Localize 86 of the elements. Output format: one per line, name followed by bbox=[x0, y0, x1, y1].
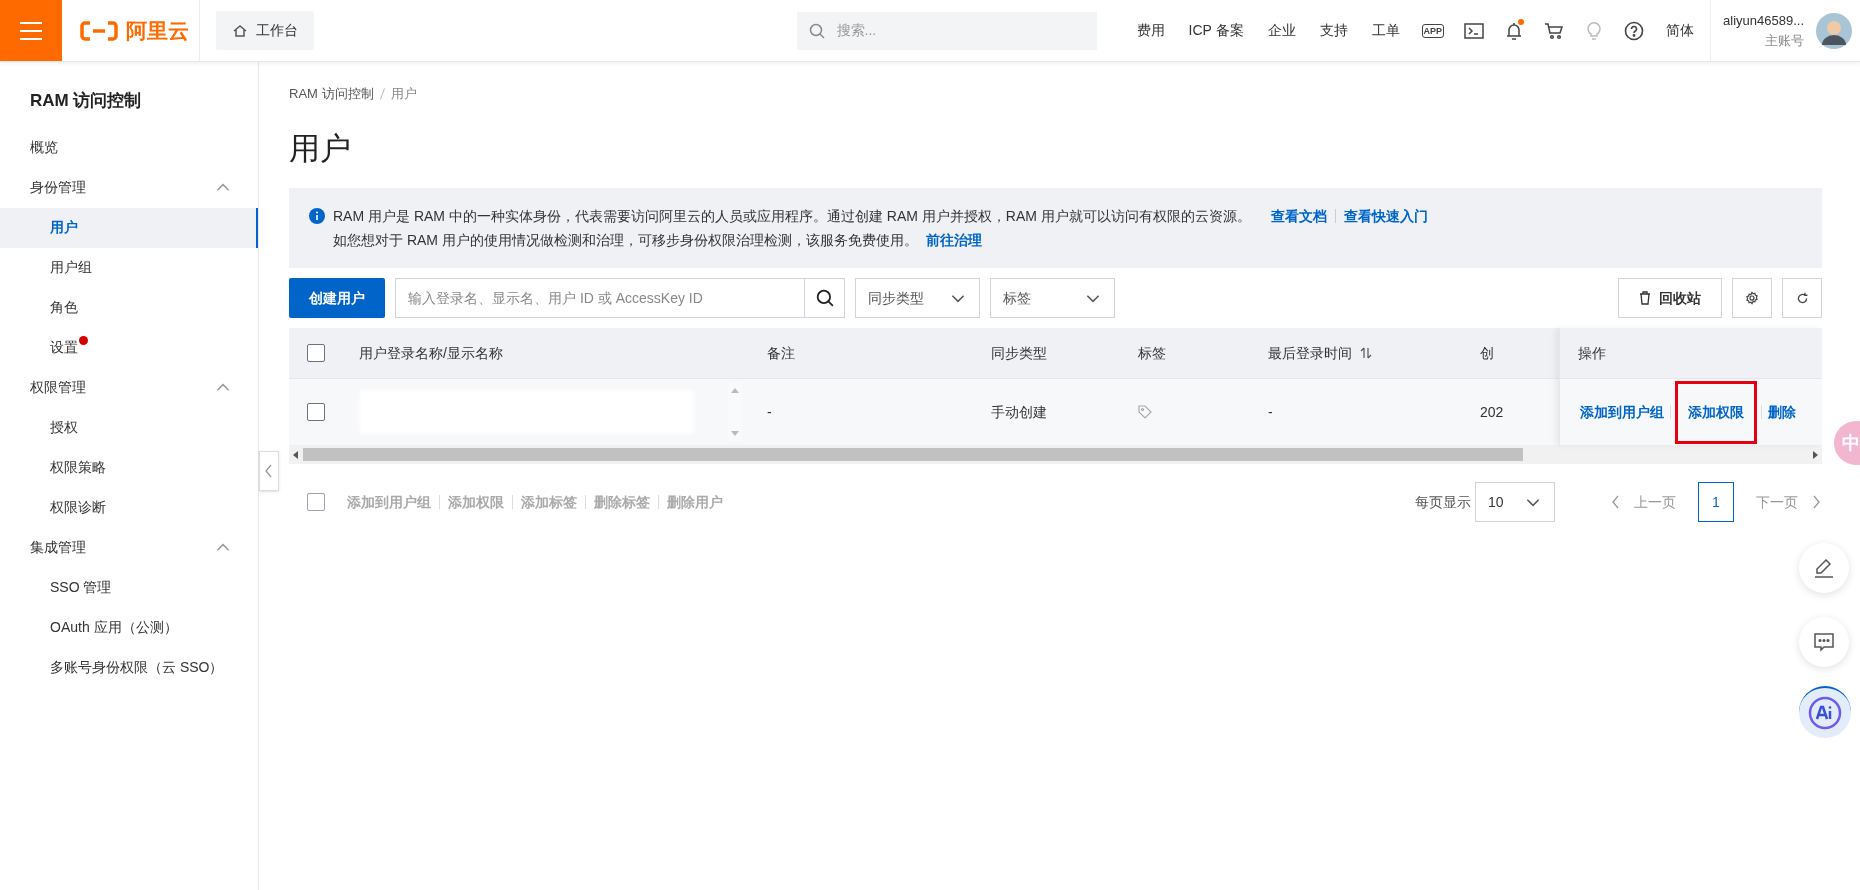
notice-link[interactable]: 前往治理 bbox=[925, 228, 982, 252]
info-icon bbox=[309, 208, 325, 224]
nav-link[interactable]: 支持 bbox=[1307, 20, 1360, 41]
nav-link[interactable]: ICP 备案 bbox=[1176, 20, 1256, 41]
breadcrumb-link[interactable]: 用户 bbox=[390, 84, 417, 104]
chat-icon bbox=[1812, 630, 1836, 654]
checkbox[interactable] bbox=[307, 403, 325, 421]
sidebar-item[interactable]: 权限策略 bbox=[0, 447, 258, 488]
sidebar-item[interactable]: 用户组 bbox=[0, 247, 258, 288]
sidebar-item[interactable]: 权限诊断 bbox=[0, 487, 258, 528]
ai-assistant-button[interactable] bbox=[1799, 686, 1851, 738]
column-header[interactable]: 最后登录时间 bbox=[1268, 342, 1480, 364]
logo-icon bbox=[80, 20, 118, 41]
refresh-icon bbox=[1795, 291, 1809, 305]
sort-icon bbox=[1360, 347, 1372, 359]
page-size-label: 每页显示 bbox=[1415, 492, 1471, 512]
column-header: 备注 bbox=[767, 343, 796, 363]
page-size-select[interactable]: 10 bbox=[1475, 482, 1555, 522]
horizontal-scrollbar[interactable] bbox=[289, 445, 1822, 464]
avatar-icon[interactable] bbox=[1816, 12, 1852, 49]
sidebar-group[interactable]: 身份管理 bbox=[0, 167, 258, 208]
sidebar-item[interactable]: 多账号身份权限（云 SSO） bbox=[0, 647, 258, 688]
edit-button[interactable] bbox=[1799, 543, 1849, 593]
search-field[interactable]: 输入登录名、显示名、用户 ID 或 AccessKey ID bbox=[395, 278, 845, 318]
help-icon[interactable] bbox=[1624, 20, 1645, 41]
page-button[interactable]: 1 bbox=[1698, 482, 1734, 522]
search-input[interactable]: 输入登录名、显示名、用户 ID 或 AccessKey ID bbox=[396, 287, 804, 309]
language-link[interactable]: 简体 bbox=[1654, 20, 1707, 41]
menu-button[interactable] bbox=[0, 0, 62, 61]
search-field[interactable]: 搜索... bbox=[796, 11, 1097, 50]
action-link[interactable]: 添加权限 bbox=[1675, 380, 1757, 444]
sidebar-item[interactable]: 用户 bbox=[0, 207, 258, 248]
scrollbar-thumb[interactable] bbox=[303, 448, 1523, 461]
notice-link[interactable]: 查看文档 bbox=[1270, 204, 1327, 228]
table-cell-text: 手动创建 bbox=[991, 402, 1048, 422]
menu-icon bbox=[19, 20, 43, 41]
sidebar-item[interactable]: 角色 bbox=[0, 287, 258, 328]
column-header: 同步类型 bbox=[991, 343, 1048, 363]
table-cell-text: - bbox=[767, 402, 773, 422]
sidebar-group[interactable]: 权限管理 bbox=[0, 367, 258, 408]
notice-link[interactable]: 查看快速入门 bbox=[1343, 204, 1428, 228]
sidebar-item[interactable]: OAuth 应用（公测） bbox=[0, 607, 258, 648]
sidebar-item[interactable]: 概览 bbox=[0, 127, 258, 168]
action-link[interactable]: 删除 bbox=[1766, 401, 1798, 423]
nav-link[interactable]: 工单 bbox=[1359, 20, 1412, 41]
workbench-button[interactable]: 工作台 bbox=[216, 11, 314, 50]
chat-button[interactable] bbox=[1799, 617, 1849, 667]
ai-icon bbox=[1808, 696, 1842, 730]
page-title: 用户 bbox=[289, 129, 352, 168]
sidebar-title: RAM 访问控制 bbox=[29, 90, 143, 112]
column-header: 标签 bbox=[1138, 343, 1167, 363]
search-icon[interactable] bbox=[815, 289, 834, 307]
nav-link[interactable]: 费用 bbox=[1124, 20, 1177, 41]
app-button[interactable]: APP bbox=[1421, 23, 1445, 38]
settings-icon bbox=[1745, 291, 1759, 305]
terminal-icon[interactable] bbox=[1464, 22, 1485, 39]
home-icon bbox=[232, 22, 248, 39]
nav-link[interactable]: 企业 bbox=[1255, 20, 1308, 41]
search-input[interactable]: 搜索... bbox=[836, 20, 1017, 41]
checkbox[interactable] bbox=[307, 344, 325, 362]
column-header: 创 bbox=[1480, 343, 1495, 363]
create-user-button[interactable]: 创建用户 bbox=[289, 278, 385, 318]
trash-icon bbox=[1639, 291, 1651, 305]
pencil-icon bbox=[1812, 556, 1836, 580]
notice-text: RAM 用户是 RAM 中的一种实体身份，代表需要访问阿里云的人员或应用程序。通过创建 RAM 用户并授权，RAM 用户就可以访问有权限的云资源。 bbox=[333, 207, 1251, 226]
notice-text: 如您想对于 RAM 用户的使用情况做检测和治理，可移步身份权限治理检测，该服务免费使用。 bbox=[333, 231, 918, 250]
cart-icon[interactable] bbox=[1544, 20, 1565, 41]
recycle-bin-button[interactable]: 回收站 bbox=[1618, 278, 1722, 318]
column-header: 操作 bbox=[1578, 343, 1606, 363]
table-cell-text: 202 bbox=[1480, 402, 1505, 422]
refresh-button[interactable] bbox=[1782, 278, 1822, 318]
sidebar-item[interactable]: 授权 bbox=[0, 407, 258, 448]
settings-button[interactable] bbox=[1732, 278, 1772, 318]
sidebar-item[interactable]: SSO 管理 bbox=[0, 567, 258, 608]
account-name[interactable]: aliyun46589... bbox=[1723, 11, 1804, 31]
filter-select[interactable]: 标签 bbox=[990, 278, 1115, 318]
column-header: 用户登录名称/显示名称 bbox=[359, 343, 504, 363]
search-icon bbox=[808, 22, 825, 39]
sidebar-item[interactable]: 设置 bbox=[0, 327, 258, 368]
breadcrumb-link[interactable]: RAM 访问控制 bbox=[289, 84, 374, 104]
filter-select[interactable]: 同步类型 bbox=[855, 278, 980, 318]
table-cell-text: - bbox=[1268, 402, 1274, 422]
sidebar-group[interactable]: 集成管理 bbox=[0, 527, 258, 568]
account-role: 主账号 bbox=[1765, 31, 1804, 50]
action-link[interactable]: 添加到用户组 bbox=[1578, 401, 1666, 423]
logo-text: 阿里云 bbox=[126, 17, 189, 44]
